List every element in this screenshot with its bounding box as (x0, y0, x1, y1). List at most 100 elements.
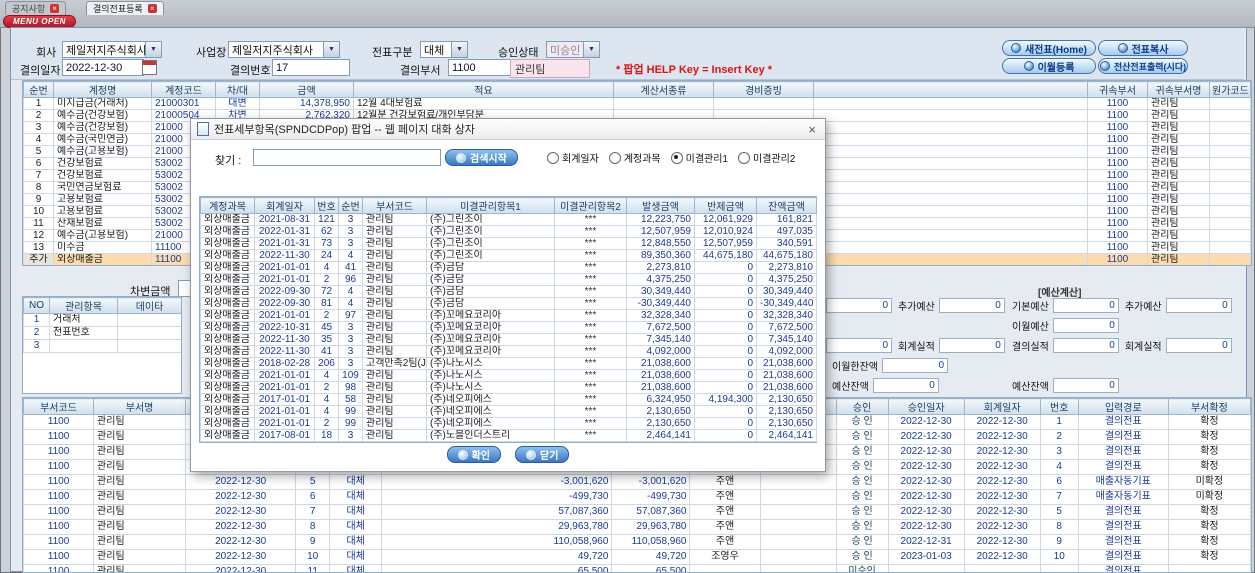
table-row[interactable]: 외상매출금 2022-01-31 62 3 관리팀 (주)그린조이 *** 12,507,95… (200, 225, 817, 238)
table-row[interactable]: 외상매출금 2021-01-01 2 96 관리팀 (주)금담 *** 4,375,250 0 4… (200, 273, 817, 286)
table-row[interactable]: 외상매출금 2021-01-01 2 97 관리팀 (주)꼬메요코리아 *** 32,328,… (200, 309, 817, 322)
table-row[interactable]: 1100 관리팀 2022-12-30 9 대체 110,058,960 110,058,9… (23, 534, 1251, 550)
column-header[interactable]: 귀속부서명 (1147, 81, 1210, 98)
search-button[interactable]: 검색시작 (445, 149, 518, 166)
table-row[interactable]: 외상매출금 2022-10-31 45 3 관리팀 (주)꼬메요코리아 *** 7,672,5… (200, 321, 817, 334)
table-row[interactable]: 1100 관리팀 2022-12-30 6 대체 -499,730 -499,730 주앤 승 … (23, 489, 1251, 505)
table-row[interactable]: 외상매출금 2022-11-30 24 4 관리팀 (주)그린조이 *** 89,350,36… (200, 249, 817, 262)
table-row[interactable]: 1 미지급금(거래처) 21000301 대변 14,378,950 12월 4대보험료 1… (23, 97, 1251, 110)
radio-accounting-date[interactable]: 회계일자 (547, 150, 599, 165)
chevron-down-icon[interactable]: ▼ (145, 42, 161, 57)
chevron-down-icon[interactable]: ▼ (323, 42, 339, 57)
table-row[interactable]: 외상매출금 2017-01-01 4 58 관리팀 (주)네오피에스 *** 6,324,95… (200, 393, 817, 406)
column-header[interactable]: 적요 (353, 81, 614, 98)
calendar-icon[interactable] (142, 60, 157, 75)
new-voucher-button[interactable]: 새전표(Home) (1002, 40, 1096, 56)
close-icon[interactable]: × (805, 123, 819, 136)
table-row[interactable]: 1 거래처 (23, 313, 181, 327)
column-header[interactable]: 부서코드 (362, 197, 427, 214)
radio-icon[interactable] (670, 151, 683, 164)
radio-open-item-2[interactable]: 미결관리2 (738, 150, 795, 165)
column-header[interactable]: 잔액금액 (756, 197, 817, 214)
column-header[interactable]: 계산서종류 (613, 81, 714, 98)
table-row[interactable]: 외상매출금 2022-09-30 81 4 관리팀 (주)금담 *** -30,349,440… (200, 297, 817, 310)
column-header[interactable]: 순번 (23, 81, 54, 98)
table-row[interactable]: 외상매출금 2022-11-30 35 3 관리팀 (주)꼬메요코리아 *** 7,345,1… (200, 333, 817, 346)
chevron-down-icon[interactable]: ▼ (451, 42, 467, 57)
budget-field-value[interactable]: 0 (826, 338, 892, 353)
column-header[interactable]: 계정과목 (200, 197, 255, 214)
tab-voucher-registration[interactable]: 결의전표등록 × (86, 1, 164, 15)
budget-field-value[interactable]: 0 (1052, 298, 1119, 313)
radio-icon[interactable] (608, 151, 621, 164)
resolution-dept-code-input[interactable] (448, 59, 512, 76)
resolution-number-input[interactable] (272, 59, 350, 76)
table-row[interactable]: 1100 관리팀 2022-12-30 10 대체 49,720 49,720 조영우 승 인2… (23, 549, 1251, 565)
column-header[interactable]: NO (23, 297, 50, 314)
radio-open-item-1[interactable]: 미결관리1 (670, 150, 728, 165)
table-row[interactable]: 외상매출금 2022-09-30 72 4 관리팀 (주)금담 *** 30,349,440 0… (200, 285, 817, 298)
carryover-register-button[interactable]: 이월등록 (1002, 58, 1096, 74)
column-header[interactable]: 계정코드 (151, 81, 216, 98)
table-row[interactable]: 1100 관리팀 2022-12-30 5 대체 -3,001,620 -3,001,620… (23, 474, 1251, 490)
budget-field-value[interactable]: 0 (1165, 298, 1232, 313)
table-row[interactable]: 외상매출금 2017-08-01 18 3 관리팀 (주)노블인더스트리 *** 2,464,… (200, 429, 817, 442)
table-row[interactable]: 외상매출금 2021-01-01 2 99 관리팀 (주)네오피에스 *** 2,130,65… (200, 417, 817, 430)
budget-field-value[interactable]: 0 (938, 338, 1005, 353)
column-header[interactable]: 부서코드 (23, 398, 95, 415)
table-row[interactable]: 3 (23, 339, 181, 353)
budget-field-value[interactable]: 0 (1165, 338, 1232, 353)
table-row[interactable]: 외상매출금 2021-01-01 4 41 관리팀 (주)금담 *** 2,273,810 0 2… (200, 261, 817, 274)
close-button[interactable]: 닫기 (515, 446, 570, 463)
budget-field-value[interactable]: 0 (882, 358, 948, 373)
site-select[interactable]: 제일저지주식회사 ▼ (228, 41, 340, 58)
column-header[interactable]: 귀속부서 (1087, 81, 1148, 98)
table-row[interactable]: 외상매출금 2021-01-01 2 98 관리팀 (주)나노시스 *** 21,038,60… (200, 381, 817, 394)
search-input[interactable] (253, 149, 441, 166)
confirm-button[interactable]: 확인 (446, 446, 501, 463)
tab-notice[interactable]: 공지사항 × (5, 1, 67, 15)
budget-field-value[interactable]: 0 (938, 298, 1005, 313)
column-header[interactable]: 번호 (1039, 398, 1079, 415)
column-header[interactable]: 입력경로 (1077, 398, 1169, 415)
column-header[interactable]: 경비증빙 (713, 81, 814, 98)
column-header[interactable] (813, 81, 1088, 98)
table-row[interactable]: 외상매출금 2022-11-30 41 3 관리팀 (주)꼬메요코리아 *** 4,092,0… (200, 345, 817, 358)
column-header[interactable]: 데이타 (117, 297, 181, 314)
table-row[interactable]: 외상매출금 2021-01-31 73 3 관리팀 (주)그린조이 *** 12,848,55… (200, 237, 817, 250)
column-header[interactable]: 발생금액 (626, 197, 695, 214)
table-row[interactable]: 2 전표번호 (23, 326, 181, 340)
column-header[interactable]: 승인일자 (887, 398, 965, 415)
budget-field-value[interactable]: 0 (872, 378, 939, 393)
column-header[interactable]: 원가코드 (1209, 81, 1251, 98)
approval-status-select[interactable]: 미승인 ▼ (546, 41, 600, 58)
slip-type-select[interactable]: 대체 ▼ (420, 41, 468, 58)
column-header[interactable]: 미결관리항목1 (426, 197, 555, 214)
table-row[interactable]: 1100 관리팀 2022-12-30 8 대체 29,963,780 29,963,780… (23, 519, 1251, 535)
column-header[interactable]: 승인 (835, 398, 889, 415)
close-icon[interactable]: × (50, 4, 60, 13)
copy-voucher-button[interactable]: 전표복사 (1098, 40, 1188, 56)
column-header[interactable]: 회계일자 (963, 398, 1041, 415)
popup-title-bar[interactable]: 전표세부항목(SPNDCDPop) 팝업 -- 웹 페이지 대화 상자 × (191, 119, 825, 140)
column-header[interactable]: 번호 (314, 197, 339, 214)
chevron-down-icon[interactable]: ▼ (583, 42, 599, 57)
table-row[interactable]: 외상매출금 2021-01-01 4 109 관리팀 (주)나노시스 *** 21,038,6… (200, 369, 817, 382)
resolution-date-input[interactable] (62, 59, 144, 76)
radio-icon[interactable] (738, 151, 750, 164)
close-icon[interactable]: × (147, 4, 157, 13)
column-header[interactable]: 부서확정 (1167, 398, 1251, 415)
column-header[interactable]: 계정명 (53, 81, 152, 98)
budget-field-value[interactable]: 0 (826, 298, 892, 313)
budget-field-value[interactable]: 0 (1052, 378, 1119, 393)
company-select[interactable]: 제일저지주식회사 ▼ (62, 41, 162, 58)
table-row[interactable]: 외상매출금 2021-08-31 121 3 관리팀 (주)그린조이 *** 12,223,7… (200, 213, 817, 226)
column-header[interactable]: 반제금액 (694, 197, 757, 214)
column-header[interactable]: 금액 (259, 81, 354, 98)
radio-account-subject[interactable]: 계정과목 (608, 150, 661, 165)
print-voucher-button[interactable]: 전산전표출력(시다) (1098, 58, 1188, 74)
column-header[interactable]: 부서명 (93, 398, 187, 415)
radio-icon[interactable] (547, 151, 559, 164)
column-header[interactable]: 차/대 (215, 81, 260, 98)
table-row[interactable]: 1100 관리팀 2022-12-30 11 대체 65,500 65,500 미승인 결의전표 (23, 564, 1251, 572)
